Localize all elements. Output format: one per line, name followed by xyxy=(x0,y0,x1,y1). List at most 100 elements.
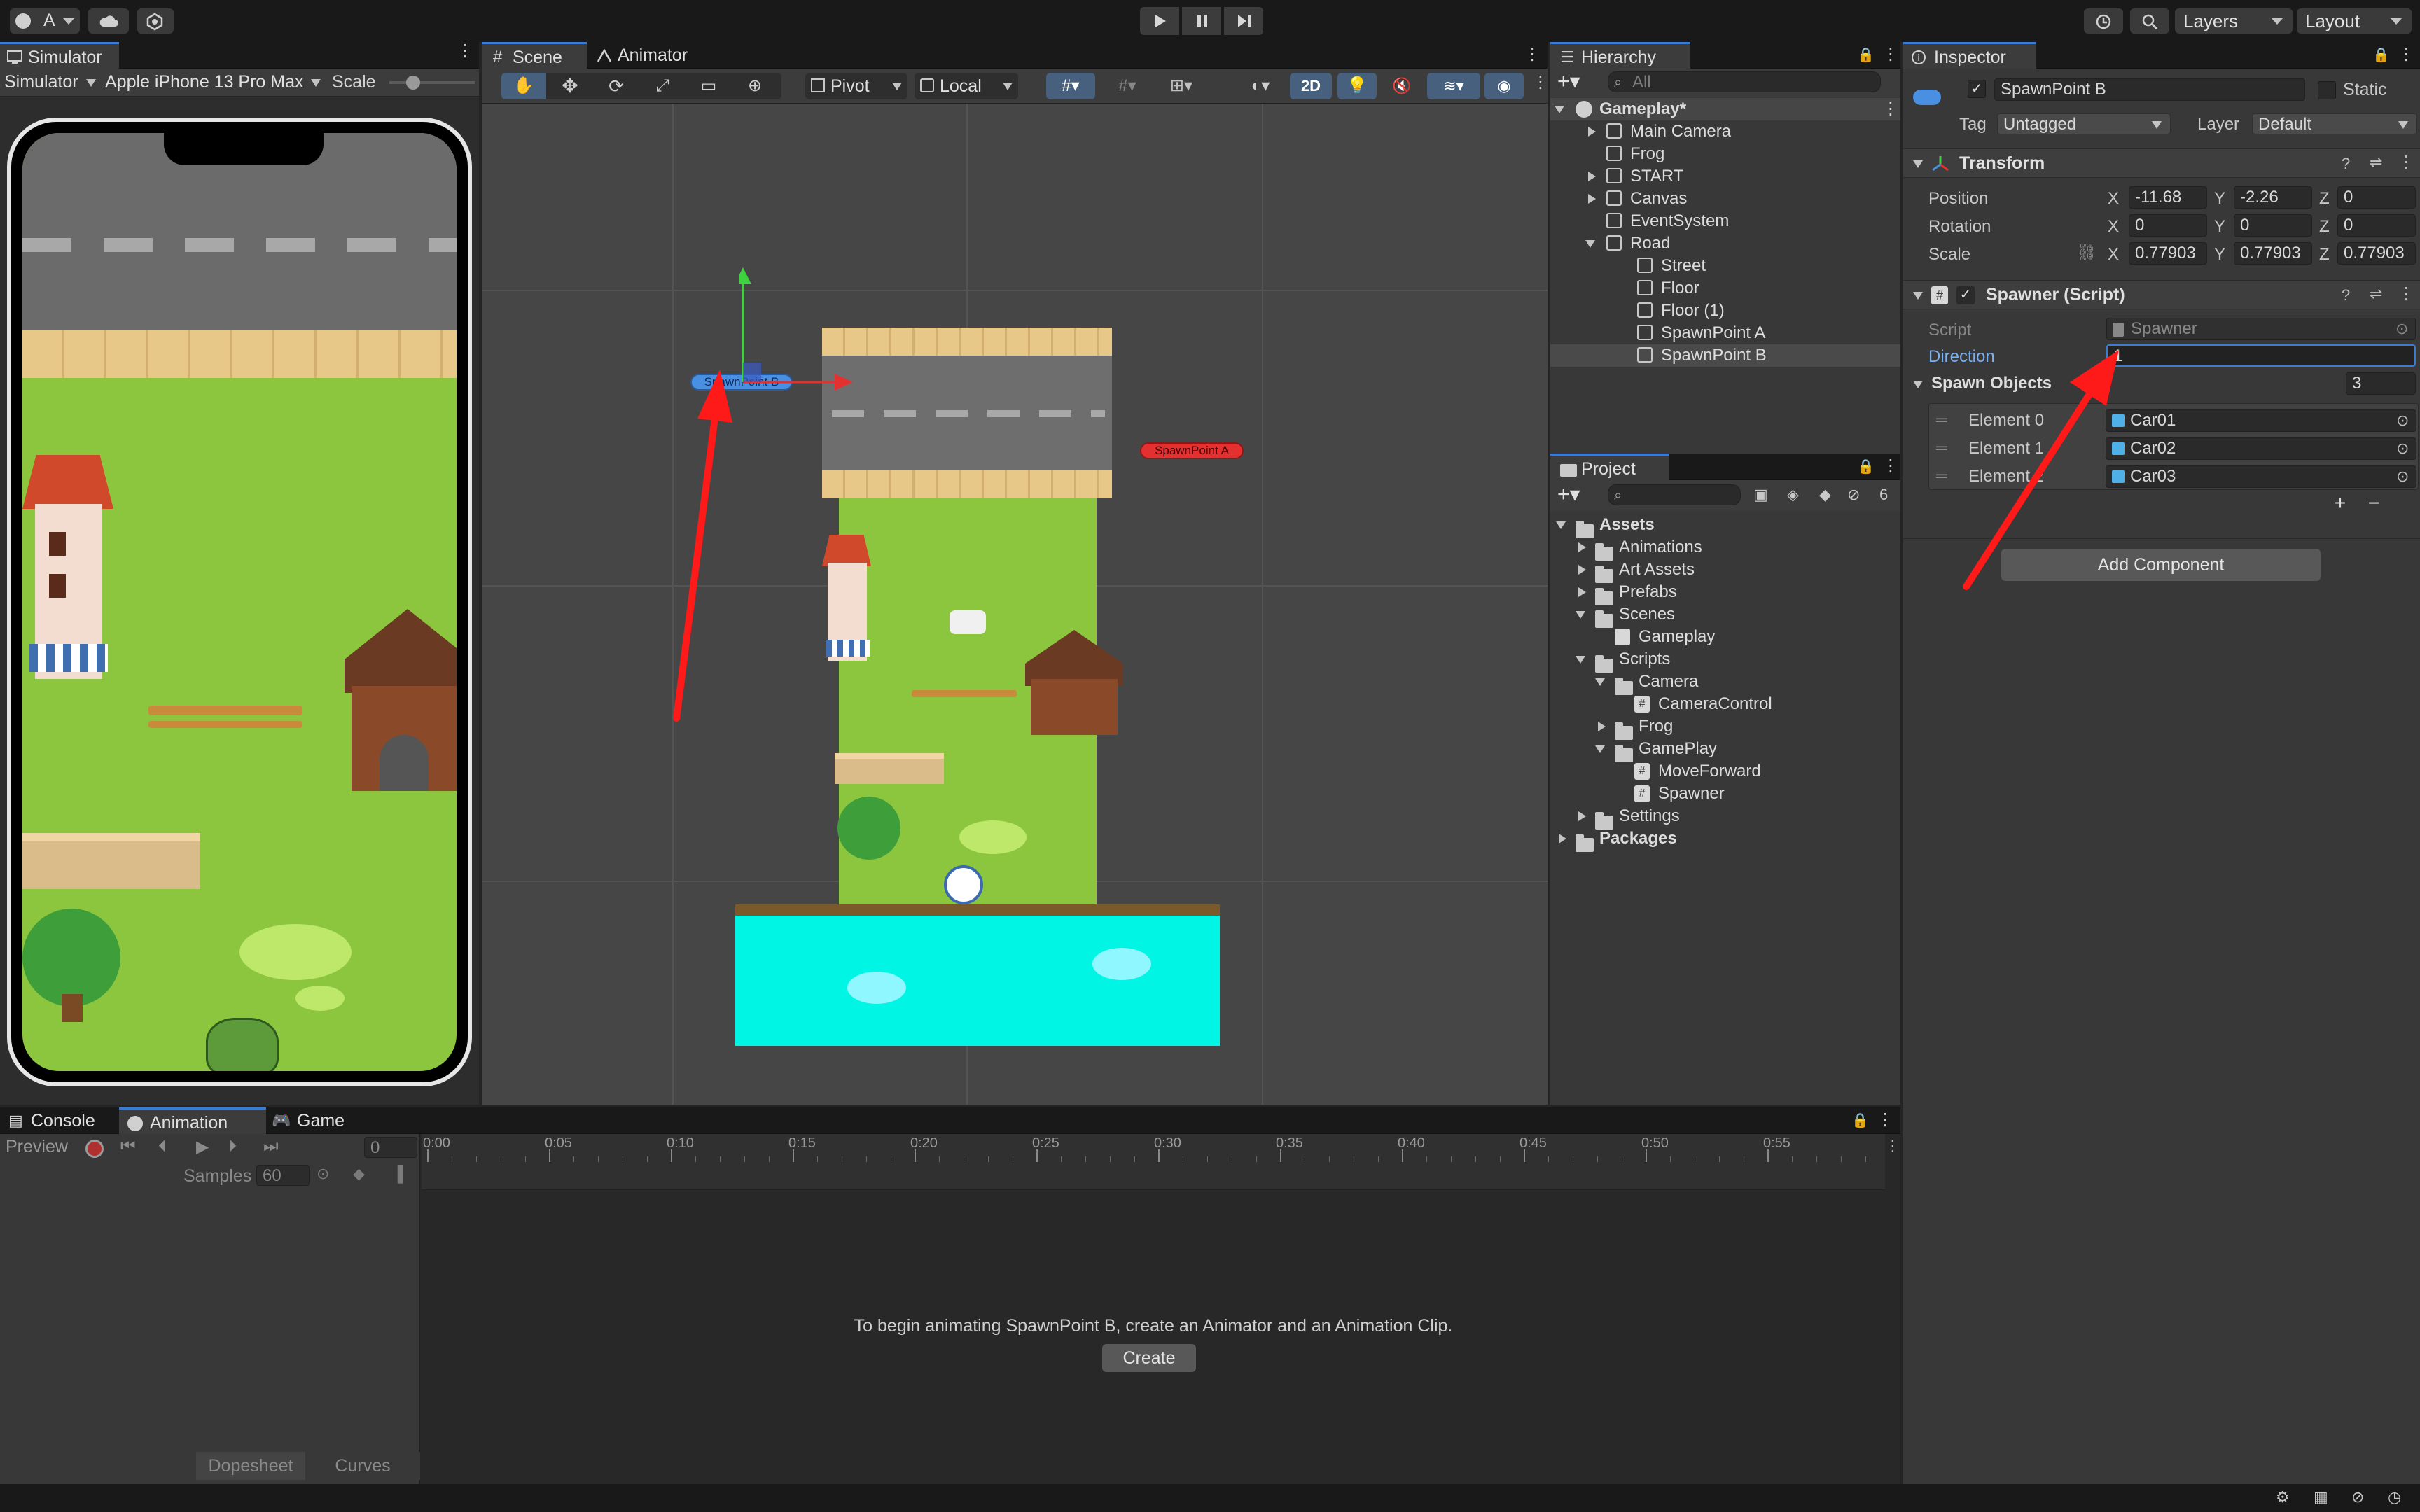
scene-viewport[interactable]: SpawnPoint B SpawnPoint A xyxy=(482,104,1548,1105)
move-gizmo[interactable] xyxy=(739,253,879,393)
tab-console[interactable]: ▤ Console xyxy=(0,1107,119,1134)
spawner-header[interactable]: # ✓ Spawner (Script) ? ⇌ ⋮ xyxy=(1903,280,2420,309)
layout-dropdown[interactable]: Layout xyxy=(2297,8,2412,34)
project-tree-item[interactable]: Gameplay xyxy=(1550,626,1900,648)
collapse-arrow-icon[interactable] xyxy=(1578,811,1586,821)
device-dropdown[interactable]: Apple iPhone 13 Pro Max xyxy=(105,70,321,94)
expand-arrow-icon[interactable] xyxy=(1555,106,1564,113)
preset-icon[interactable]: ⇌ xyxy=(2370,285,2382,303)
collapse-arrow-icon[interactable] xyxy=(1598,722,1606,732)
object-picker-icon[interactable]: ⊙ xyxy=(2396,438,2409,459)
collapse-arrow-icon[interactable] xyxy=(1578,565,1586,575)
next-key-icon[interactable]: ⏵ xyxy=(228,1137,237,1156)
dopesheet-button[interactable]: Dopesheet xyxy=(196,1452,305,1480)
preset-icon[interactable]: ⇌ xyxy=(2370,153,2382,172)
tab-animation[interactable]: Animation xyxy=(119,1107,266,1134)
toggle-2d-button[interactable]: 2D xyxy=(1290,73,1332,99)
ruler-button[interactable]: ⊞▾ xyxy=(1157,73,1206,99)
scale-tool-button[interactable]: ⤢ xyxy=(640,73,685,99)
expand-arrow-icon[interactable] xyxy=(1576,611,1585,619)
help-icon[interactable]: ? xyxy=(2342,155,2350,173)
add-event-icon[interactable]: ◆ xyxy=(353,1165,365,1183)
record-icon[interactable] xyxy=(85,1140,104,1158)
position-y-field[interactable]: -2.26 xyxy=(2234,186,2312,209)
list-remove-button[interactable]: − xyxy=(2360,493,2388,514)
lighting-button[interactable]: 💡 xyxy=(1337,73,1377,99)
rotation-z-field[interactable]: 0 xyxy=(2337,214,2416,237)
play-button[interactable] xyxy=(1140,7,1179,35)
tab-game[interactable]: 🎮 Game xyxy=(266,1107,371,1134)
spawner-enabled-checkbox[interactable]: ✓ xyxy=(1956,286,1975,304)
grid-snap-button[interactable]: #▾ xyxy=(1046,73,1095,99)
draw-mode-dropdown[interactable]: ◐▾ xyxy=(1238,73,1283,99)
cloud-button[interactable] xyxy=(88,8,129,34)
hierarchy-item[interactable]: Frog xyxy=(1550,143,1900,165)
create-animation-button[interactable]: Create xyxy=(1102,1344,1196,1372)
search-button[interactable] xyxy=(2130,8,2169,34)
step-button[interactable] xyxy=(1224,7,1263,35)
add-keyframe-icon[interactable]: ⊙ xyxy=(317,1165,329,1183)
project-tree-item[interactable]: GamePlay xyxy=(1550,738,1900,762)
create-button[interactable]: +▾ xyxy=(1557,71,1580,92)
hierarchy-item[interactable]: EventSystem xyxy=(1550,210,1900,232)
scale-y-field[interactable]: 0.77903 xyxy=(2234,242,2312,265)
scene-frog[interactable] xyxy=(944,865,983,904)
timeline-menu-icon[interactable]: ⋮ xyxy=(1885,1137,1900,1155)
collapse-arrow-icon[interactable] xyxy=(1588,127,1596,136)
project-tree-item[interactable]: Camera xyxy=(1550,671,1900,695)
rect-tool-button[interactable]: ▭ xyxy=(686,73,731,99)
tab-hierarchy[interactable]: ☰ Hierarchy xyxy=(1550,42,1690,69)
scale-z-field[interactable]: 0.77903 xyxy=(2337,242,2416,265)
play-anim-icon[interactable]: ▶ xyxy=(196,1137,209,1157)
layers-dropdown[interactable]: Layers xyxy=(2175,8,2293,34)
layer-dropdown[interactable]: Default xyxy=(2252,113,2417,134)
curves-button[interactable]: Curves xyxy=(305,1452,420,1480)
project-tree-item[interactable]: Packages xyxy=(1550,827,1900,852)
event-marker-icon[interactable]: ▐ xyxy=(392,1165,403,1183)
hierarchy-item[interactable]: Gameplay* ⋮ xyxy=(1550,98,1900,120)
spawn-objects-size-field[interactable]: 3 xyxy=(2346,372,2416,395)
hand-tool-button[interactable]: ✋ xyxy=(501,73,546,99)
account-dropdown[interactable]: A xyxy=(10,8,80,34)
transform-tool-button[interactable]: ⊕ xyxy=(732,73,777,99)
more-options-icon[interactable]: ⋮ xyxy=(1524,46,1541,63)
create-asset-button[interactable]: +▾ xyxy=(1557,484,1580,505)
drag-handle-icon[interactable]: ═ xyxy=(1936,467,1947,485)
pivot-dropdown[interactable]: Pivot xyxy=(805,73,908,99)
project-tree-item[interactable]: Assets xyxy=(1550,514,1900,538)
more-options-icon[interactable]: ⋮ xyxy=(1882,98,1899,120)
component-menu-icon[interactable]: ⋮ xyxy=(2398,284,2414,304)
project-tree-item[interactable]: Scenes xyxy=(1550,603,1900,628)
search-by-label-icon[interactable]: ◈ xyxy=(1787,486,1799,504)
pause-button[interactable] xyxy=(1182,7,1221,35)
project-tree-item[interactable]: Frog xyxy=(1550,715,1900,740)
hierarchy-item[interactable]: Road xyxy=(1550,232,1900,255)
search-by-type-icon[interactable]: ▣ xyxy=(1753,486,1768,504)
project-search-input[interactable]: ⌕ xyxy=(1608,484,1741,505)
tab-scene[interactable]: # Scene xyxy=(482,42,587,69)
lock-icon[interactable]: 🔒 xyxy=(1851,1112,1869,1129)
lock-icon[interactable]: 🔒 xyxy=(1857,46,1875,64)
hierarchy-item[interactable]: Canvas xyxy=(1550,188,1900,210)
element-object-field[interactable]: Car02 ⊙ xyxy=(2106,438,2416,460)
collapse-arrow-icon[interactable] xyxy=(1588,172,1596,181)
collapse-arrow-icon[interactable] xyxy=(1559,834,1566,844)
hierarchy-item[interactable]: Main Camera xyxy=(1550,120,1900,143)
first-key-icon[interactable]: ⏮ xyxy=(120,1137,136,1156)
object-picker-icon[interactable]: ⊙ xyxy=(2396,466,2409,487)
cache-server-icon[interactable]: ▦ xyxy=(2314,1488,2328,1506)
samples-field[interactable]: 60 xyxy=(256,1165,310,1186)
favorite-icon[interactable]: ◆ xyxy=(1819,486,1831,504)
project-tree-item[interactable]: Art Assets xyxy=(1550,559,1900,583)
expand-arrow-icon[interactable] xyxy=(1595,746,1605,753)
undo-history-button[interactable] xyxy=(2084,8,2123,34)
scene-camera-gizmo[interactable] xyxy=(950,610,986,634)
collapse-arrow-icon[interactable] xyxy=(1588,194,1596,204)
more-options-icon[interactable]: ⋮ xyxy=(2398,46,2414,63)
drag-handle-icon[interactable]: ═ xyxy=(1936,411,1947,429)
progress-icon[interactable]: ◷ xyxy=(2388,1488,2401,1506)
rotate-tool-button[interactable]: ⟳ xyxy=(594,73,639,99)
list-add-button[interactable]: + xyxy=(2326,493,2354,514)
element-object-field[interactable]: Car03 ⊙ xyxy=(2106,465,2416,488)
hierarchy-item[interactable]: START xyxy=(1550,165,1900,188)
